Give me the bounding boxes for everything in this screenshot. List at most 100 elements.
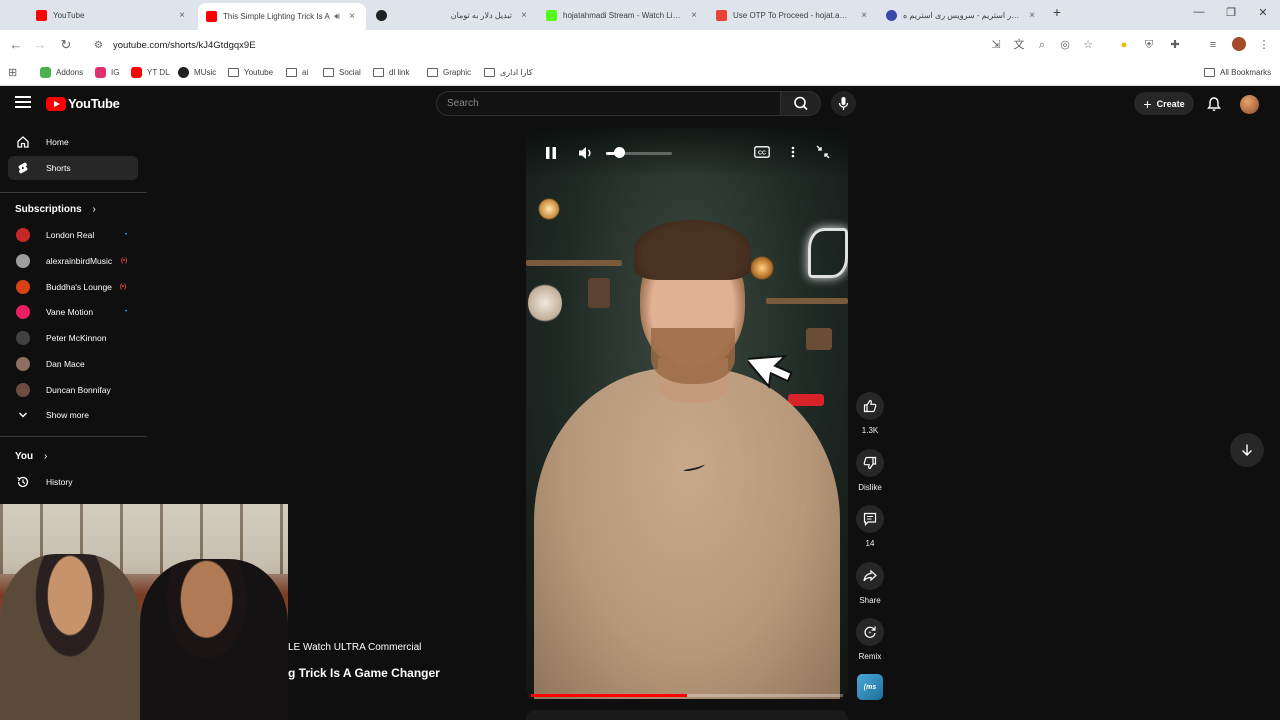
you-heading[interactable]: You › <box>15 451 47 462</box>
search-button[interactable] <box>781 91 821 116</box>
tab-title: Use OTP To Proceed - hojat.amd9 <box>733 10 852 20</box>
new-tab-button[interactable]: + <box>1048 4 1066 20</box>
next-short-button[interactable] <box>1230 433 1264 467</box>
volume-slider-handle[interactable] <box>614 147 626 158</box>
close-icon[interactable]: × <box>858 10 870 21</box>
browser-tab-restream[interactable]: سمسار استریم - سرویس ری استریم ه × <box>878 4 1046 26</box>
browser-tab-youtube[interactable]: YouTube × <box>28 4 196 26</box>
restore-icon[interactable]: ❐ <box>1222 6 1240 19</box>
reload-icon[interactable]: ↻ <box>58 37 74 53</box>
youtube-header: YouTube Search + Create <box>0 86 1280 122</box>
pause-button[interactable] <box>544 145 558 161</box>
all-bookmarks[interactable]: All Bookmarks <box>1204 65 1271 79</box>
shorts-video-player[interactable]: CC <box>526 128 848 699</box>
bookmark-folder-ai[interactable]: ai <box>286 65 308 79</box>
share-button[interactable]: Share <box>855 562 885 605</box>
create-button[interactable]: + Create <box>1134 92 1194 115</box>
next-short-preview[interactable] <box>526 710 848 720</box>
sidebar-item-shorts[interactable]: Shorts <box>8 156 138 180</box>
url-text[interactable]: youtube.com/shorts/kJ4Gtdgqx9E <box>113 40 256 51</box>
speaker-icon[interactable]: 🔊︎ <box>334 11 340 22</box>
sidebar-item-subscription[interactable]: London Real • <box>8 224 138 246</box>
bookmark-folder-dl-link[interactable]: dl link <box>373 65 409 79</box>
hamburger-menu-icon[interactable] <box>15 96 31 110</box>
close-icon[interactable]: × <box>688 10 700 21</box>
channel-name: Peter McKinnon <box>46 333 107 343</box>
bookmark-ig[interactable]: IG <box>95 65 119 79</box>
extensions-puzzle-icon[interactable]: ✚ <box>1167 37 1183 53</box>
translate-icon[interactable]: 文 <box>1011 37 1027 53</box>
sidebar-item-subscription[interactable]: Peter McKinnon <box>8 327 138 349</box>
arrow-down-icon <box>1242 444 1252 456</box>
extension-coin-icon[interactable]: ● <box>1116 37 1132 53</box>
close-icon[interactable]: × <box>176 10 188 21</box>
forward-icon[interactable]: → <box>32 37 48 53</box>
browser-menu-icon[interactable]: ⋮ <box>1256 37 1272 53</box>
install-app-icon[interactable]: ⇲ <box>988 37 1004 53</box>
webcam-person-right <box>140 559 288 720</box>
bookmark-folder-social[interactable]: Social <box>323 65 361 79</box>
collapse-button[interactable] <box>816 145 830 159</box>
bookmarks-bar: ⊞ Addons IG YT DL MUsic Youtube ai Socia… <box>0 60 1280 86</box>
browser-tab-currency[interactable]: تبدیل دلار به تومان × <box>440 4 538 26</box>
apps-grid-icon[interactable]: ⊞ <box>8 65 17 79</box>
bookmark-folder-graphic[interactable]: Graphic <box>427 65 471 79</box>
close-icon[interactable]: × <box>518 10 530 21</box>
site-info-icon[interactable]: ⚙ <box>94 40 103 51</box>
close-window-icon[interactable]: ✕ <box>1254 6 1272 19</box>
captions-button[interactable]: CC <box>754 145 770 159</box>
browser-tab-active[interactable]: This Simple Lighting Trick Is A 🔊︎ × <box>198 3 366 30</box>
extension-shield-icon[interactable]: ⛨ <box>1141 37 1157 53</box>
tab-title: تبدیل دلار به تومان <box>450 10 512 20</box>
more-options-button[interactable] <box>788 145 798 159</box>
browser-tab-gmail[interactable]: Use OTP To Proceed - hojat.amd9 × <box>708 4 878 26</box>
sidebar-item-subscription[interactable]: Buddha's Lounge (•) <box>8 276 138 298</box>
subscriptions-heading[interactable]: Subscriptions › <box>15 204 96 215</box>
sidebar-item-home[interactable]: Home <box>8 130 138 154</box>
zoom-icon[interactable]: ⌕ <box>1034 37 1050 53</box>
notifications-bell-icon[interactable] <box>1206 96 1222 117</box>
bookmark-addons[interactable]: Addons <box>40 65 83 79</box>
browser-tab-chatgpt[interactable] <box>368 4 398 26</box>
background-frame <box>588 278 610 308</box>
previous-short-title[interactable]: LE Watch ULTRA Commercial <box>288 642 421 653</box>
bookmark-folder-office[interactable]: کارا اداری <box>484 65 533 79</box>
plus-icon: + <box>1143 95 1152 112</box>
mute-button[interactable] <box>578 145 594 161</box>
search-input[interactable]: Search <box>436 91 781 116</box>
profile-avatar-icon[interactable] <box>1231 37 1247 53</box>
like-button[interactable]: 1.3K <box>855 392 885 435</box>
remix-button[interactable]: + Remix <box>855 618 885 661</box>
volume-icon <box>579 147 591 159</box>
sidebar-item-history[interactable]: History <box>8 470 138 494</box>
bookmark-star-icon[interactable]: ☆ <box>1080 37 1096 53</box>
video-progress-bar[interactable] <box>531 694 843 697</box>
bookmark-folder-youtube[interactable]: Youtube <box>228 65 273 79</box>
address-bar[interactable]: ⚙ youtube.com/shorts/kJ4Gtdgqx9E <box>86 34 1102 56</box>
audio-track-thumbnail[interactable]: (ms <box>857 674 883 700</box>
browser-tab-strip: YouTube × This Simple Lighting Trick Is … <box>0 0 1280 30</box>
background-lamp <box>538 198 560 220</box>
sidebar-item-subscription[interactable]: Dan Mace <box>8 353 138 375</box>
video-progress-fill <box>531 694 687 697</box>
close-icon[interactable]: × <box>346 11 358 22</box>
sidebar-item-subscription[interactable]: alexrainbirdMusic (•) <box>8 250 138 272</box>
youtube-logo[interactable]: YouTube <box>46 96 120 111</box>
sidebar-item-subscription[interactable]: Vane Motion • <box>8 301 138 323</box>
comments-button[interactable]: 14 <box>855 505 885 548</box>
previous-short-headline[interactable]: g Trick Is A Game Changer <box>288 666 440 680</box>
minimize-icon[interactable]: — <box>1190 6 1208 18</box>
create-label: Create <box>1156 98 1185 109</box>
close-icon[interactable]: × <box>1026 10 1038 21</box>
dislike-button[interactable]: Dislike <box>855 449 885 492</box>
bookmark-music[interactable]: MUsic <box>178 65 216 79</box>
voice-search-button[interactable] <box>831 91 856 116</box>
show-more-button[interactable]: Show more <box>8 404 138 426</box>
bookmark-ytdl[interactable]: YT DL <box>131 65 170 79</box>
back-icon[interactable]: ← <box>8 37 24 53</box>
account-avatar[interactable] <box>1240 95 1259 114</box>
sidebar-item-subscription[interactable]: Duncan Bonnifay <box>8 379 138 401</box>
hide-icon[interactable]: ◎ <box>1057 37 1073 53</box>
browser-tab-kick[interactable]: hojatahmadi Stream - Watch Live o × <box>538 4 708 26</box>
media-control-icon[interactable]: ≡ <box>1205 37 1221 53</box>
